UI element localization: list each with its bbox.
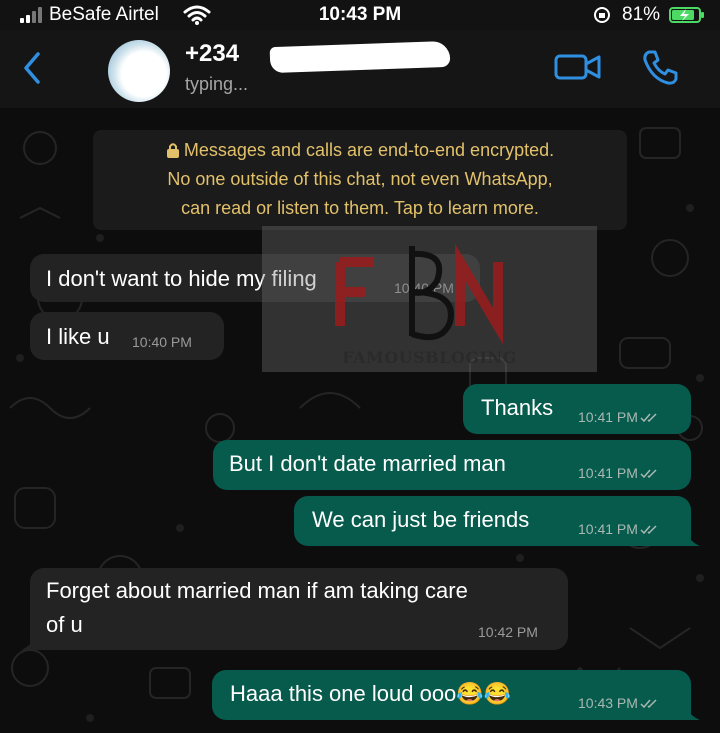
message-text: We can just be friends <box>312 507 530 532</box>
bubble-tail <box>686 532 700 546</box>
wifi-icon <box>183 5 211 25</box>
carrier-name: BeSafe Airtel <box>49 4 159 25</box>
message-text-line-1: Forget about married man if am taking ca… <box>46 578 468 603</box>
chat-area[interactable]: Messages and calls are end-to-end encryp… <box>0 108 720 733</box>
chat-header: +234 typing... <box>0 30 720 108</box>
message-bubble-incoming[interactable]: I like u 10:40 PM <box>30 312 224 360</box>
message-bubble-outgoing[interactable]: We can just be friends 10:41 PM <box>294 496 700 546</box>
encryption-notice[interactable]: Messages and calls are end-to-end encryp… <box>93 130 627 230</box>
message-time: 10:42 PM <box>478 624 538 640</box>
message-text: Thanks <box>481 395 554 420</box>
watermark: FAMOUSBLOGING <box>262 226 597 372</box>
contact-status: typing... <box>185 74 249 94</box>
message-time: 10:43 PM <box>578 695 660 711</box>
contact-number[interactable]: +234 <box>185 40 239 68</box>
status-bar: BeSafe Airtel 10:43 PM 81% <box>0 0 720 30</box>
message-text: I like u <box>46 324 110 349</box>
message-time: 10:41 PM <box>578 465 660 481</box>
read-receipt-icon <box>640 699 657 709</box>
message-bubble-outgoing[interactable]: Haaa this one loud ooo😂😂 10:43 PM <box>212 670 700 720</box>
watermark-text: FAMOUSBLOGING <box>342 348 517 367</box>
number-redaction <box>269 40 451 74</box>
encryption-line-3: can read or listen to them. Tap to learn… <box>181 198 539 218</box>
back-chevron-icon[interactable] <box>20 50 44 86</box>
message-bubble-outgoing[interactable]: But I don't date married man 10:41 PM <box>213 440 691 490</box>
video-call-icon[interactable] <box>554 52 602 82</box>
contact-avatar[interactable] <box>108 40 170 102</box>
read-receipt-icon <box>640 469 657 479</box>
message-time: 10:40 PM <box>132 334 192 350</box>
rotation-lock-icon <box>594 7 610 23</box>
battery-charging-icon <box>669 7 704 23</box>
bubble-tail <box>21 636 35 650</box>
message-text: But I don't date married man <box>229 451 506 476</box>
encryption-line-2: No one outside of this chat, not even Wh… <box>167 169 553 189</box>
read-receipt-icon <box>640 413 657 423</box>
bubble-tail <box>686 706 700 720</box>
message-text: Haaa this one loud ooo😂😂 <box>230 681 512 706</box>
encryption-line-1: Messages and calls are end-to-end encryp… <box>93 136 627 165</box>
message-time: 10:41 PM <box>578 521 660 537</box>
message-text-line-2: of u <box>46 612 83 637</box>
battery-percent: 81% <box>622 4 661 25</box>
message-bubble-outgoing[interactable]: Thanks 10:41 PM <box>463 384 691 434</box>
message-time: 10:41 PM <box>578 409 660 425</box>
phone-call-icon[interactable] <box>640 48 680 88</box>
message-bubble-incoming[interactable]: Forget about married man if am taking ca… <box>21 568 568 650</box>
read-receipt-icon <box>640 525 657 535</box>
lock-icon <box>166 143 179 158</box>
signal-icon <box>20 7 46 23</box>
